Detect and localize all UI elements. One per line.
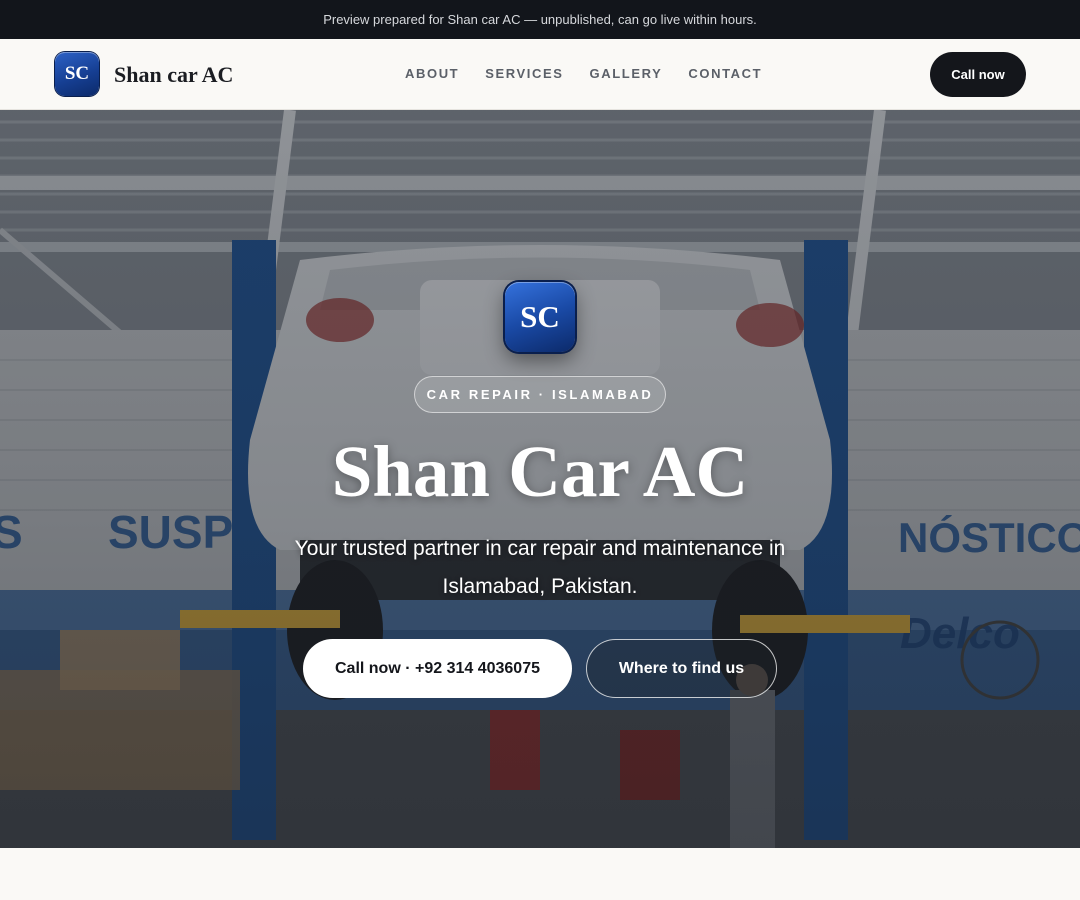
hero-subtitle: Your trusted partner in car repair and m… bbox=[294, 537, 786, 598]
hero-section: SUSP NÓSTICO S Delco BEND PAK bbox=[0, 110, 1080, 848]
hero-location-button[interactable]: Where to find us bbox=[586, 639, 777, 698]
header-call-button[interactable]: Call now bbox=[930, 52, 1026, 97]
nav-link-contact[interactable]: CONTACT bbox=[688, 65, 762, 83]
hero-title: Shan Car AC bbox=[331, 431, 749, 512]
nav-link-services[interactable]: SERVICES bbox=[485, 65, 563, 83]
nav-link-gallery[interactable]: GALLERY bbox=[590, 65, 663, 83]
brand-name[interactable]: Shan car AC bbox=[114, 61, 233, 89]
next-section bbox=[0, 848, 1080, 900]
site-header: SC Shan car AC ABOUT SERVICES GALLERY CO… bbox=[0, 39, 1080, 110]
main-nav: ABOUT SERVICES GALLERY CONTACT bbox=[405, 65, 788, 83]
preview-banner-text: Preview prepared for Shan car AC — unpub… bbox=[323, 12, 757, 27]
hero-call-button[interactable]: Call now · +92 314 4036075 bbox=[303, 639, 572, 698]
logo-badge[interactable]: SC bbox=[55, 52, 99, 96]
nav-link-about[interactable]: ABOUT bbox=[405, 65, 459, 83]
hero-logo-badge: SC bbox=[505, 282, 575, 352]
preview-banner: Preview prepared for Shan car AC — unpub… bbox=[0, 0, 1080, 39]
hero-logo-initials: SC bbox=[520, 299, 560, 334]
hero-eyebrow-pill: CAR REPAIR · ISLAMABAD bbox=[414, 376, 666, 413]
logo-initials: SC bbox=[64, 63, 90, 84]
